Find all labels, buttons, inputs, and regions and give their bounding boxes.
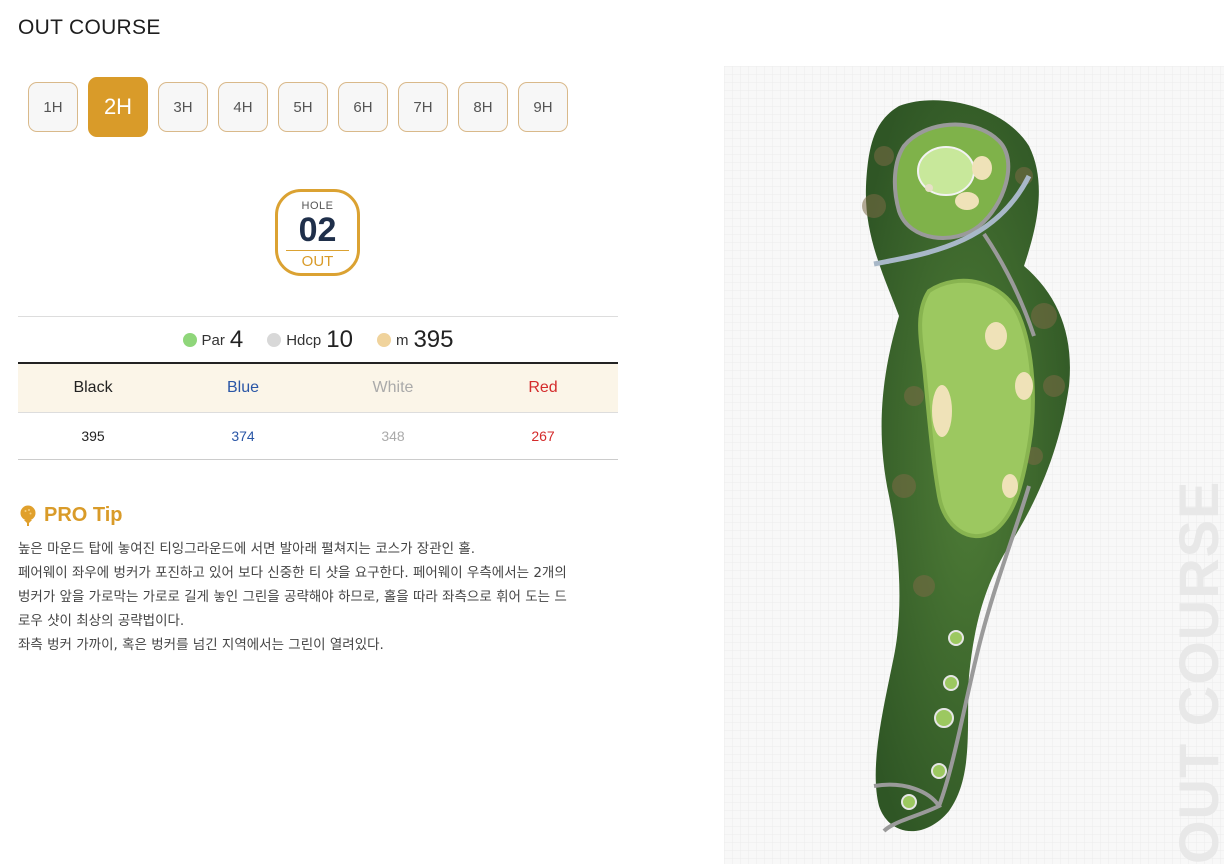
hdcp-label: Hdcp xyxy=(286,331,322,349)
tee-value-black: 395 xyxy=(18,412,168,460)
stats-divider xyxy=(18,316,618,317)
course-title: OUT COURSE xyxy=(18,16,161,39)
hole-badge: HOLE 02 OUT xyxy=(275,189,360,276)
tee-value-blue: 374 xyxy=(168,412,318,460)
hdcp-stat: Hdcp 10 xyxy=(267,326,353,354)
tee-box xyxy=(948,630,964,646)
tee-header-white: White xyxy=(318,363,468,413)
tee-header-red: Red xyxy=(468,363,618,413)
hole-tab-3h[interactable]: 3H xyxy=(158,82,208,132)
par-value: 4 xyxy=(229,326,244,353)
tee-distance-table: Black Blue White Red 395 374 348 267 xyxy=(18,362,618,460)
hole-map xyxy=(724,66,1224,864)
tee-value-row: 395 374 348 267 xyxy=(18,412,618,460)
tee-header-row: Black Blue White Red xyxy=(18,363,618,413)
pro-tip-header: PRO Tip xyxy=(18,504,123,527)
hole-tab-1h[interactable]: 1H xyxy=(28,82,78,132)
distance-dot-icon xyxy=(376,333,391,347)
hole-tab-4h[interactable]: 4H xyxy=(218,82,268,132)
pro-tip-body: 높은 마운드 탑에 놓여진 티잉그라운드에 서면 발아래 펼쳐지는 코스가 장관… xyxy=(18,537,618,657)
hole-tab-8h[interactable]: 8H xyxy=(458,82,508,132)
hole-number: 02 xyxy=(298,211,337,249)
hole-layout-map xyxy=(724,66,1224,864)
pro-tip-line: 벙커가 앞을 가로막는 가로로 길게 놓인 그린을 공략해야 하므로, 홀을 따… xyxy=(18,589,567,605)
par-label: Par xyxy=(201,331,225,349)
tee-box xyxy=(934,708,954,728)
tee-header-blue: Blue xyxy=(168,363,318,413)
hole-tab-6h[interactable]: 6H xyxy=(338,82,388,132)
distance-stat: m 395 xyxy=(376,326,454,354)
hole-badge-course: OUT xyxy=(301,253,334,270)
hole-stats: Par 4 Hdcp 10 m 395 xyxy=(18,322,618,358)
tee-header-black: Black xyxy=(18,363,168,413)
hole-tab-9h[interactable]: 9H xyxy=(518,82,568,132)
tee-box xyxy=(943,675,959,691)
tee-value-red: 267 xyxy=(468,412,618,460)
hdcp-value: 10 xyxy=(326,326,353,353)
tee-box xyxy=(931,763,947,779)
distance-value: 395 xyxy=(413,326,454,353)
tee-box xyxy=(901,794,917,810)
golf-tee-icon xyxy=(20,505,36,526)
distance-unit: m xyxy=(395,331,409,349)
hole-tab-5h[interactable]: 5H xyxy=(278,82,328,132)
pro-tip-title: PRO Tip xyxy=(44,504,123,526)
pro-tip-line: 로우 샷이 최상의 공략법이다. xyxy=(18,613,185,629)
hole-tab-2h[interactable]: 2H xyxy=(88,77,148,137)
map-watermark: OUT COURSE xyxy=(1167,480,1224,864)
pro-tip-line: 높은 마운드 탑에 놓여진 티잉그라운드에 서면 발아래 펼쳐지는 코스가 장관… xyxy=(18,541,476,557)
hdcp-dot-icon xyxy=(267,333,282,347)
pro-tip-line: 좌측 벙커 가까이, 혹은 벙커를 넘긴 지역에서는 그린이 열려있다. xyxy=(18,637,384,653)
hole-tab-7h[interactable]: 7H xyxy=(398,82,448,132)
pro-tip-line: 페어웨이 좌우에 벙커가 포진하고 있어 보다 신중한 티 샷을 요구한다. 페… xyxy=(18,565,567,581)
par-stat: Par 4 xyxy=(182,326,244,354)
tee-value-white: 348 xyxy=(318,412,468,460)
hole-tabs: 1H 2H 3H 4H 5H 6H 7H 8H 9H xyxy=(28,77,568,137)
hole-badge-divider xyxy=(286,250,349,251)
par-dot-icon xyxy=(182,333,197,347)
